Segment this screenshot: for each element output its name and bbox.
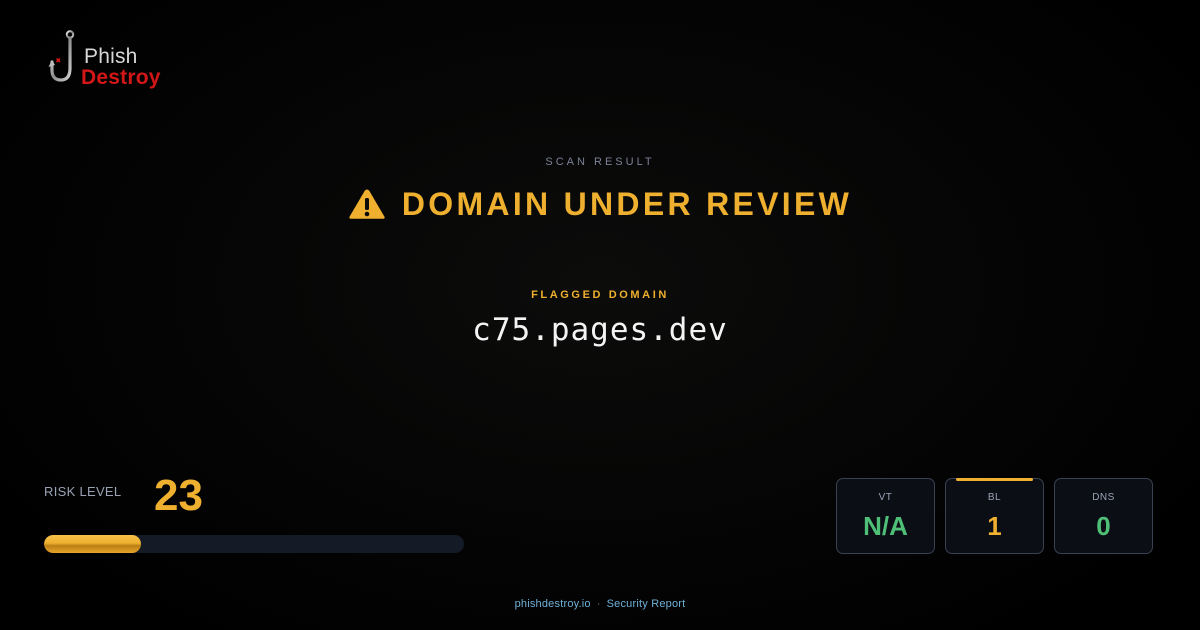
flagged-domain-label: FLAGGED DOMAIN (531, 289, 669, 301)
footer: phishdestroy.io · Security Report (0, 598, 1200, 610)
share-card: Phish Destroy SCAN RESULT DOMAIN UNDER R… (0, 0, 1200, 630)
brand-logo: Phish Destroy (48, 30, 178, 92)
stat-label: DNS (1092, 492, 1115, 503)
risk-progress-bar (44, 535, 464, 553)
stat-label: VT (878, 492, 893, 503)
stat-value: 0 (1096, 511, 1111, 541)
footer-report-label: Security Report (606, 598, 686, 610)
warning-triangle-icon (349, 189, 385, 219)
stat-card-bl: BL 1 (945, 478, 1044, 554)
scan-result-label: SCAN RESULT (545, 156, 655, 168)
stat-label: BL (987, 492, 1002, 503)
risk-progress-fill (44, 535, 141, 553)
brand-name-line2: Destroy (81, 66, 161, 89)
risk-score: 23 (154, 471, 203, 520)
fishhook-icon (48, 30, 75, 82)
footer-separator: · (596, 598, 601, 610)
footer-site-link[interactable]: phishdestroy.io (515, 598, 591, 610)
status-heading: DOMAIN UNDER REVIEW (0, 184, 1200, 224)
stat-value: 1 (987, 511, 1002, 541)
status-title: DOMAIN UNDER REVIEW (401, 186, 853, 222)
stat-cards: VT N/A BL 1 DNS 0 (836, 478, 1153, 554)
stat-card-dns: DNS 0 (1054, 478, 1153, 554)
brand-name-line1: Phish (84, 45, 138, 68)
risk-level-label: RISK LEVEL (44, 484, 122, 499)
stat-value: N/A (863, 511, 908, 541)
stat-accent-bar (956, 478, 1033, 481)
stat-card-vt: VT N/A (836, 478, 935, 554)
flagged-domain-value: c75.pages.dev (472, 312, 728, 348)
